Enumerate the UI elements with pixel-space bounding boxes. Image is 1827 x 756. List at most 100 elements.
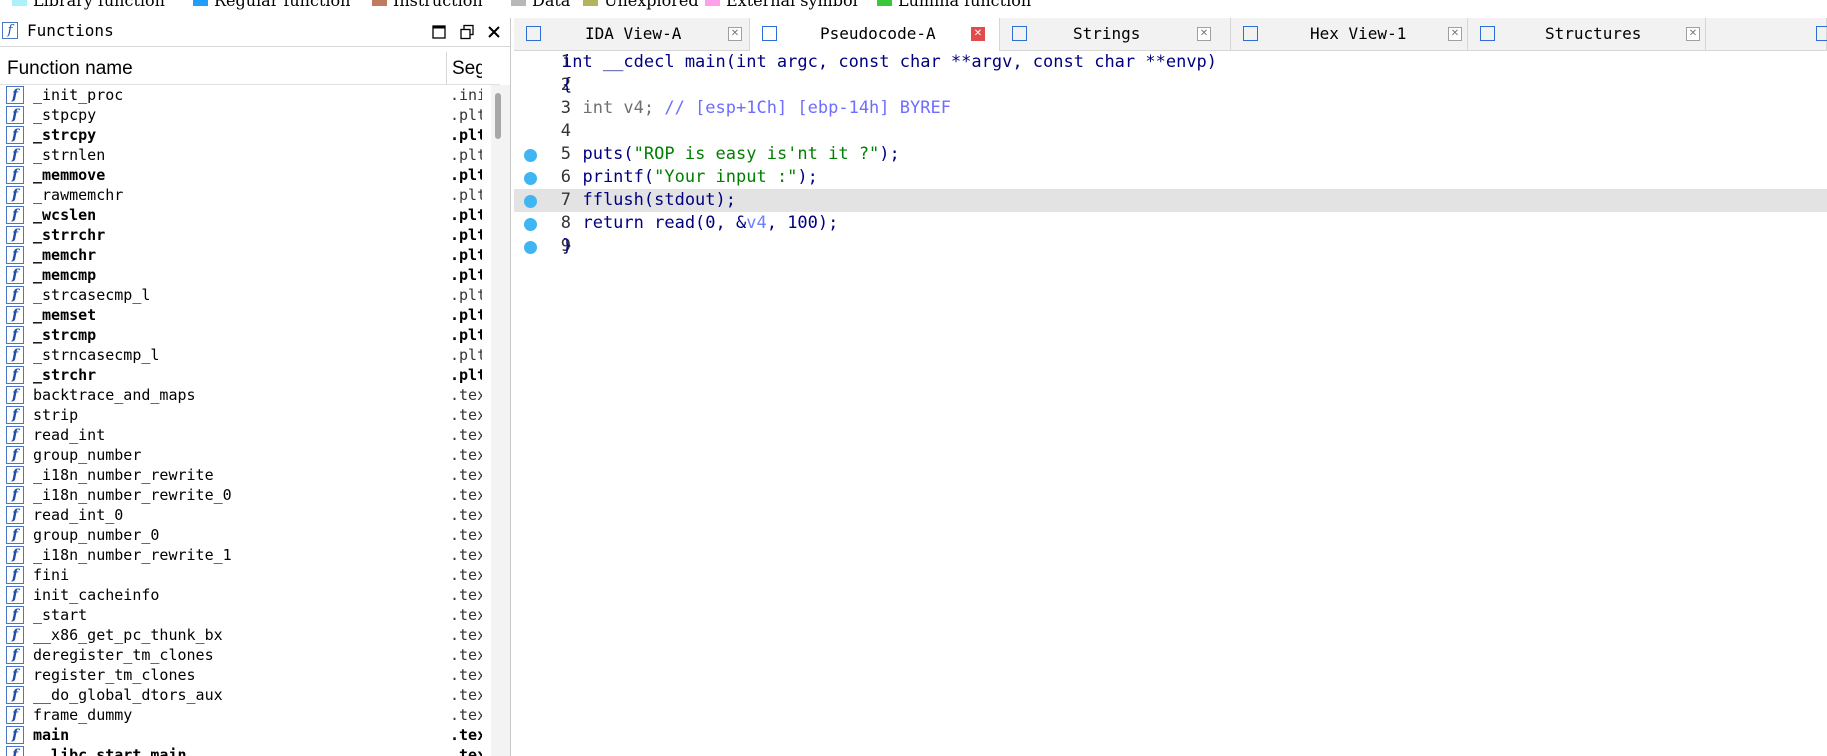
float-button[interactable] — [455, 20, 479, 44]
function-row[interactable]: f frame_dummy .text — [0, 705, 484, 725]
pseudocode-view[interactable]: 1 int __cdecl main(int argc, const char *… — [514, 51, 1827, 756]
function-row[interactable]: f _memchr .plt — [0, 245, 484, 265]
function-row[interactable]: f _strrchr .plt — [0, 225, 484, 245]
function-row[interactable]: f _strncasecmp_l .plt — [0, 345, 484, 365]
close-icon — [488, 26, 500, 38]
function-row[interactable]: f __libc_start_main .text — [0, 745, 484, 756]
tab-close-icon[interactable]: ✕ — [728, 27, 742, 41]
function-row[interactable]: f _start .text — [0, 605, 484, 625]
tab-label: Strings — [1073, 24, 1141, 43]
function-row[interactable]: f _memcmp .plt — [0, 265, 484, 285]
function-row[interactable]: f _rawmemchr .plt — [0, 185, 484, 205]
tab-overflow[interactable] — [1814, 18, 1827, 50]
function-row[interactable]: ffini .text — [0, 565, 484, 585]
legend-swatch — [583, 0, 598, 6]
function-segment: .text — [450, 526, 482, 544]
code-text: puts("ROP is easy is'nt it ?"); — [562, 144, 900, 164]
code-line[interactable]: 3 int v4; // [esp+1Ch] [ebp-14h] BYREF — [514, 97, 1827, 120]
function-name: backtrace_and_maps — [33, 386, 196, 404]
tab-pseudocode-a[interactable]: Pseudocode-A ✕ — [750, 18, 1000, 51]
function-row[interactable]: f read_int_0 .text — [0, 505, 484, 525]
function-icon: f — [6, 546, 24, 564]
function-name: fini — [33, 566, 70, 584]
function-row[interactable]: fmain .text — [0, 725, 484, 745]
function-row[interactable]: f group_number .text — [0, 445, 484, 465]
function-row[interactable]: f _i18n_number_rewrite .text — [0, 465, 484, 485]
function-row[interactable]: f _strnlen .plt — [0, 145, 484, 165]
code-token: int v4; — [562, 98, 665, 118]
code-line[interactable]: 5 puts("ROP is easy is'nt it ?"); — [514, 143, 1827, 166]
tab-close-icon[interactable]: ✕ — [1197, 27, 1211, 41]
function-row[interactable]: f deregister_tm_clones .text — [0, 645, 484, 665]
legend-item: External symbol — [705, 0, 858, 10]
function-row[interactable]: f read_int .text — [0, 425, 484, 445]
tab-structures[interactable]: Structures ✕ — [1468, 18, 1706, 50]
code-token: { — [562, 75, 573, 95]
function-row[interactable]: f _strcpy .plt — [0, 125, 484, 145]
tab-ida-view-a[interactable]: IDA View-A ✕ — [514, 18, 750, 50]
code-line[interactable]: 7 fflush(stdout); — [514, 189, 1827, 212]
column-header-function-name[interactable]: Function name — [7, 58, 133, 80]
code-token: ); — [797, 167, 818, 187]
code-line[interactable]: 8 return read(0, &v4, 100); — [514, 212, 1827, 235]
function-row[interactable]: f _strchr .plt — [0, 365, 484, 385]
function-row[interactable]: f _strcasecmp_l .plt — [0, 285, 484, 305]
code-line[interactable]: 1 int __cdecl main(int argc, const char *… — [514, 51, 1827, 74]
function-icon: f — [6, 386, 24, 404]
function-row[interactable]: f _memmove .plt — [0, 165, 484, 185]
ida-view-icon — [526, 26, 541, 41]
function-row[interactable]: fstrip .text — [0, 405, 484, 425]
legend-swatch — [12, 0, 27, 6]
code-line[interactable]: 9} — [514, 235, 1827, 258]
function-row[interactable]: f _i18n_number_rewrite_1 .text — [0, 545, 484, 565]
function-row[interactable]: f _wcslen .plt — [0, 205, 484, 225]
function-row[interactable]: f _i18n_number_rewrite_0 .text — [0, 485, 484, 505]
function-row[interactable]: f init_cacheinfo .text — [0, 585, 484, 605]
maximize-button[interactable] — [427, 20, 451, 44]
function-name: __do_global_dtors_aux — [33, 686, 223, 704]
function-row[interactable]: f __x86_get_pc_thunk_bx .text — [0, 625, 484, 645]
code-line[interactable]: 2{ — [514, 74, 1827, 97]
function-icon: f — [6, 146, 24, 164]
function-segment: .text — [450, 746, 482, 756]
restore-icon — [460, 24, 474, 40]
tab-close-icon[interactable]: ✕ — [1686, 27, 1700, 41]
functions-list: f _init_proc .init f _stpcpy .plt f _strcpy .plt… — [0, 85, 484, 756]
function-name: read_int — [33, 426, 106, 444]
tab-strings[interactable]: Strings ✕ — [1000, 18, 1231, 50]
function-name: _memmove — [33, 166, 106, 184]
column-divider[interactable] — [446, 52, 447, 84]
scrollbar-thumb[interactable] — [495, 93, 501, 139]
function-row[interactable]: f _init_proc .init — [0, 85, 484, 105]
function-icon: f — [6, 246, 24, 264]
function-icon: f — [2, 22, 18, 39]
code-token: ); — [879, 144, 900, 164]
close-panel-button[interactable] — [482, 20, 506, 44]
tab-close-icon[interactable]: ✕ — [971, 27, 985, 41]
function-row[interactable]: f _strcmp .plt — [0, 325, 484, 345]
function-row[interactable]: f backtrace_and_maps .text — [0, 385, 484, 405]
legend-swatch — [705, 0, 720, 6]
function-row[interactable]: f group_number_0 .text — [0, 525, 484, 545]
function-icon: f — [6, 446, 24, 464]
code-line[interactable]: 6 printf("Your input :"); — [514, 166, 1827, 189]
structures-icon — [1480, 26, 1495, 41]
function-segment: .plt — [450, 126, 482, 144]
function-row[interactable]: f _stpcpy .plt — [0, 105, 484, 125]
code-text: fflush(stdout); — [562, 190, 736, 210]
tab-hex-view-1[interactable]: Hex View-1 ✕ — [1231, 18, 1468, 50]
function-name: _i18n_number_rewrite — [33, 466, 214, 484]
function-name: _memset — [33, 306, 97, 324]
functions-scrollbar[interactable] — [491, 85, 510, 756]
function-row[interactable]: f register_tm_clones .text — [0, 665, 484, 685]
function-row[interactable]: f _memset .plt — [0, 305, 484, 325]
code-line[interactable]: 4 — [514, 120, 1827, 143]
function-name: read_int_0 — [33, 506, 124, 524]
column-header-segment[interactable]: Segment — [452, 58, 482, 80]
function-name: init_cacheinfo — [33, 586, 160, 604]
function-row[interactable]: f __do_global_dtors_aux .text — [0, 685, 484, 705]
function-icon: f — [6, 326, 24, 344]
code-text: return read(0, &v4, 100); — [562, 213, 838, 233]
functions-title: Functions — [27, 21, 114, 40]
tab-close-icon[interactable]: ✕ — [1448, 27, 1462, 41]
